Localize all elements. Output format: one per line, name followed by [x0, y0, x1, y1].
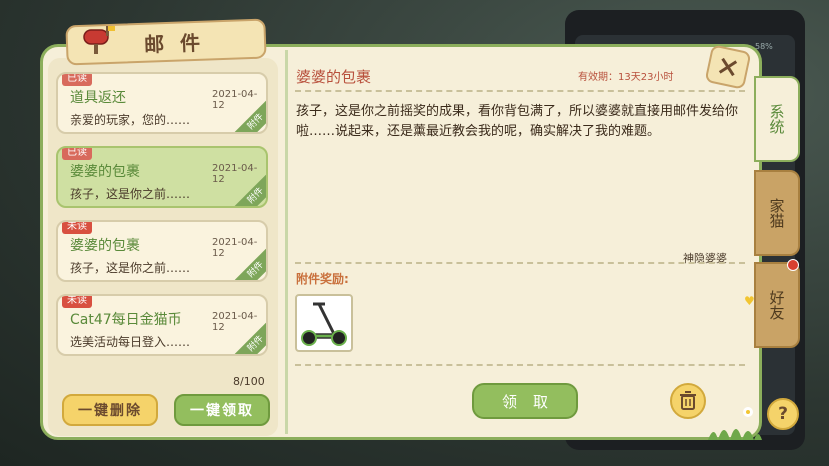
- divider-line: [295, 364, 745, 366]
- tab-system[interactable]: 系统: [754, 76, 800, 162]
- mail-title: 婆婆的包裹: [70, 238, 140, 254]
- mail-item-selected[interactable]: 已读 婆婆的包裹 2021-04-12 孩子，这是你之前…… 附件: [56, 146, 268, 208]
- mail-item[interactable]: 未读 Cat47每日金猫币 2021-04-12 选美活动每日登入…… 附件: [56, 294, 268, 356]
- claim-all-button[interactable]: 一键领取: [174, 394, 270, 426]
- status-badge: 已读: [62, 74, 92, 86]
- mail-list[interactable]: 已读 道具返还 2021-04-12 亲爱的玩家，您的…… 附件 已读 婆婆的包…: [52, 66, 272, 370]
- mail-count: 8/100: [233, 375, 265, 388]
- grass-decoration-icon: [708, 407, 762, 440]
- mail-title: Cat47每日金猫币: [70, 312, 182, 328]
- close-icon: [718, 57, 738, 77]
- tab-house-cat[interactable]: 家猫: [754, 170, 800, 256]
- delete-all-button[interactable]: 一键删除: [62, 394, 158, 426]
- question-icon: ?: [778, 404, 788, 424]
- heart-icon: ♥: [744, 294, 755, 308]
- mail-preview: 亲爱的玩家，您的……: [70, 113, 191, 127]
- mailbox-icon: [83, 26, 115, 54]
- status-badge: 未读: [62, 222, 92, 234]
- divider-line: [295, 90, 745, 92]
- tab-friends[interactable]: 好友: [754, 262, 800, 348]
- scooter-icon: [301, 302, 347, 346]
- mail-item[interactable]: 未读 婆婆的包裹 2021-04-12 孩子，这是你之前…… 附件: [56, 220, 268, 282]
- mail-title: 婆婆的包裹: [70, 164, 140, 180]
- mail-preview: 孩子，这是你之前……: [70, 187, 191, 201]
- trash-icon: [680, 391, 696, 410]
- close-button[interactable]: [704, 44, 752, 90]
- mail-body: 孩子，这是你之前摇奖的成果，看你背包满了，所以婆婆就直接用邮件发给你啦……说起来…: [296, 104, 739, 139]
- page-title: 邮件: [143, 29, 217, 57]
- mail-item[interactable]: 已读 道具返还 2021-04-12 亲爱的玩家，您的…… 附件: [56, 72, 268, 134]
- divider-line: [295, 262, 745, 264]
- mail-expiry: 有效期：13天23小时: [578, 72, 674, 83]
- status-badge: 未读: [62, 296, 92, 308]
- delete-mail-button[interactable]: [670, 383, 706, 419]
- mail-subject: 婆婆的包裹: [296, 68, 372, 86]
- mail-preview: 选美活动每日登入……: [70, 335, 191, 349]
- column-divider: [285, 50, 288, 434]
- reward-item-slot[interactable]: [295, 294, 353, 352]
- reward-label: 附件奖励:: [296, 272, 349, 286]
- notification-dot: [787, 259, 799, 271]
- mail-title: 道具返还: [70, 90, 126, 106]
- status-badge: 已读: [62, 148, 92, 160]
- claim-button[interactable]: 领取: [472, 383, 578, 419]
- help-button[interactable]: ?: [767, 398, 799, 430]
- mail-preview: 孩子，这是你之前……: [70, 261, 191, 275]
